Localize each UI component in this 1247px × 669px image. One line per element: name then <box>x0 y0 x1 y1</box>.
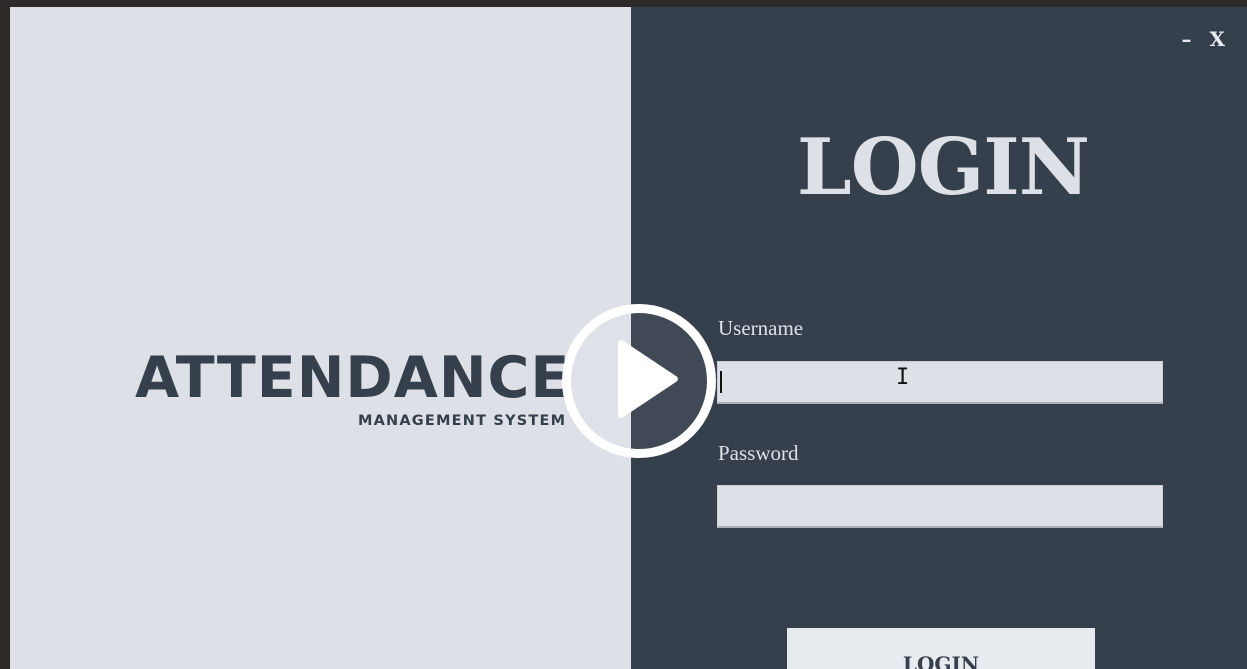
login-title: LOGIN <box>796 122 1090 213</box>
password-label: Password <box>718 441 799 465</box>
play-icon[interactable] <box>562 304 716 458</box>
username-label: Username <box>718 316 804 340</box>
minimize-button[interactable]: – <box>1181 29 1191 49</box>
login-window: ATTENDANCE MANAGEMENT SYSTEM – X LOGIN U… <box>10 7 1247 669</box>
brand-subtitle: MANAGEMENT SYSTEM <box>358 413 567 429</box>
window-controls: – X <box>1181 29 1225 49</box>
login-panel: – X LOGIN Username I Password LOGIN <box>631 7 1247 669</box>
text-caret <box>720 371 722 393</box>
close-button[interactable]: X <box>1209 29 1225 49</box>
brand-title: ATTENDANCE <box>135 345 571 411</box>
login-button[interactable]: LOGIN <box>787 628 1095 669</box>
brand-panel: ATTENDANCE MANAGEMENT SYSTEM <box>10 7 631 669</box>
play-triangle-icon <box>618 340 678 418</box>
password-input[interactable] <box>717 485 1163 528</box>
username-input[interactable] <box>717 361 1163 404</box>
